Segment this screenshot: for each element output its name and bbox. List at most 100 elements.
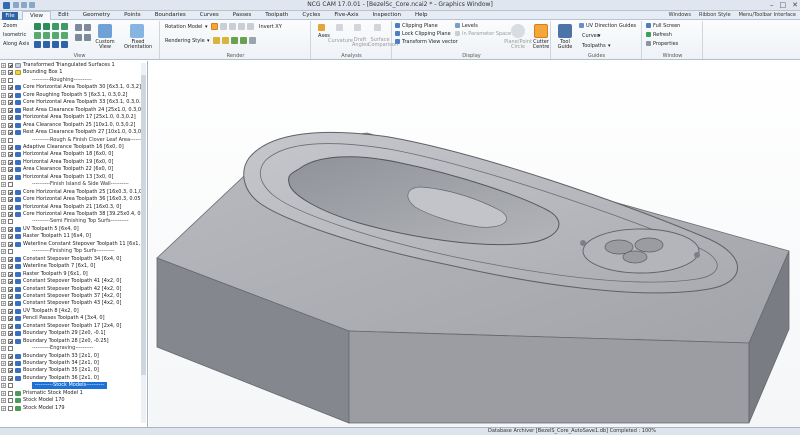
expand-icon[interactable]: +	[1, 241, 6, 247]
render-style-1-icon[interactable]	[213, 37, 220, 44]
tab-inspection[interactable]: Inspection	[366, 11, 408, 20]
visibility-checkbox[interactable]	[8, 361, 13, 366]
expand-icon[interactable]: +	[1, 398, 6, 404]
visibility-checkbox[interactable]	[8, 63, 13, 68]
rotate-icon[interactable]	[84, 24, 91, 31]
visibility-checkbox[interactable]	[8, 375, 13, 381]
ribbon-style-menu[interactable]: Ribbon Style	[699, 11, 731, 20]
clipping-plane-button[interactable]: Clipping Plane	[402, 23, 438, 29]
curves-dropdown[interactable]: Curves	[582, 33, 599, 39]
tree-scrollbar-thumb[interactable]	[141, 75, 146, 375]
tree-item[interactable]: + Transformed Triangulated Surfaces 1	[0, 62, 146, 69]
expand-icon[interactable]: +	[1, 92, 6, 98]
visibility-checkbox[interactable]	[8, 293, 13, 299]
tree-item[interactable]: + Constant Stepover Toolpath 43 [4x2, 0]	[0, 300, 146, 307]
close-button[interactable]: ✕	[792, 1, 798, 9]
tree-item[interactable]: + Constant Stepover Toolpath 34 [6x4, 0]	[0, 256, 146, 263]
visibility-checkbox[interactable]	[8, 77, 13, 83]
shaded-icon[interactable]	[229, 23, 236, 30]
minimize-button[interactable]: –	[770, 1, 774, 9]
invert-xy-button[interactable]: Invert XY	[259, 24, 282, 30]
tree-item[interactable]: + Waterline Toolpath 7 [6x1, 0]	[0, 263, 146, 270]
visibility-checkbox[interactable]	[8, 137, 13, 143]
expand-icon[interactable]: +	[1, 77, 6, 83]
visibility-checkbox[interactable]	[8, 323, 13, 329]
cutter-centre-button[interactable]: Cutter Centre	[531, 40, 551, 50]
tree-item[interactable]: + Rest Area Clearance Toolpath 24 [25x1.0…	[0, 107, 146, 114]
expand-icon[interactable]: +	[1, 167, 6, 173]
tree-section-header[interactable]: + ----------Rough & Finish Clover Leaf Ar…	[0, 137, 146, 144]
visibility-checkbox[interactable]	[8, 92, 13, 98]
expand-icon[interactable]: +	[1, 249, 6, 255]
visibility-checkbox[interactable]	[8, 346, 13, 352]
visibility-checkbox[interactable]	[8, 390, 13, 396]
zoom-in-icon[interactable]	[34, 23, 41, 30]
axis-z-icon[interactable]	[52, 41, 59, 48]
render-style-3-icon[interactable]	[231, 37, 238, 44]
along-axis-label[interactable]: Along Axis	[3, 41, 29, 47]
visibility-checkbox[interactable]	[8, 204, 13, 210]
tree-item[interactable]: + Prismatic Stock Model 1	[0, 390, 146, 397]
render-style-4-icon[interactable]	[240, 37, 247, 44]
visibility-checkbox[interactable]	[8, 279, 13, 285]
visibility-checkbox[interactable]	[8, 122, 13, 128]
rendering-style-label[interactable]: Rendering Style	[165, 38, 205, 44]
levels-button[interactable]: Levels	[462, 23, 478, 29]
expand-icon[interactable]: +	[1, 219, 6, 225]
expand-icon[interactable]: +	[1, 85, 6, 91]
tree-item[interactable]: + Horizontal Area Toolpath 21 [16x0.3, 0]	[0, 204, 146, 211]
plane-point-circle-button[interactable]: Plane/Point Circle	[504, 40, 532, 50]
tree-section-header[interactable]: + ----------Engraving----------	[0, 345, 146, 352]
expand-icon[interactable]: +	[1, 63, 6, 68]
tree-item[interactable]: + Stock Model 179	[0, 405, 146, 412]
tree-section-header[interactable]: + ----------Semi Finishing Top Surfs-----…	[0, 218, 146, 225]
cutter-centre-icon[interactable]	[534, 24, 548, 38]
expand-icon[interactable]: +	[1, 226, 6, 232]
visibility-checkbox[interactable]	[8, 70, 13, 76]
tree-item[interactable]: + Horizontal Area Toolpath 13 [3x0, 0]	[0, 174, 146, 181]
expand-icon[interactable]: +	[1, 70, 6, 76]
zoom-out-icon[interactable]	[43, 23, 50, 30]
visibility-checkbox[interactable]	[8, 331, 13, 337]
tree-item[interactable]: + Rest Area Clearance Toolpath 27 [10x1.0…	[0, 129, 146, 136]
next-view-icon[interactable]	[84, 34, 91, 41]
flat-shade-icon[interactable]	[247, 23, 254, 30]
visibility-checkbox[interactable]	[8, 144, 13, 150]
wireframe-icon[interactable]	[220, 23, 227, 30]
tree-section-header[interactable]: + ----------Finishing Top Surfs----------	[0, 248, 146, 255]
expand-icon[interactable]: +	[1, 271, 6, 277]
iso-view-1-icon[interactable]	[34, 32, 41, 39]
expand-icon[interactable]: +	[1, 264, 6, 270]
isometric-label[interactable]: Isometric	[3, 32, 26, 38]
tree-item[interactable]: + Area Clearance Toolpath 25 [10x1.0, 0.3…	[0, 122, 146, 129]
visibility-checkbox[interactable]	[8, 338, 13, 344]
tab-edit[interactable]: Edit	[51, 11, 76, 20]
tree-item[interactable]: + Horizontal Area Toolpath 19 [6x0, 0]	[0, 159, 146, 166]
tree-item[interactable]: + Constant Stepover Toolpath 41 [4x2, 0]	[0, 278, 146, 285]
tree-item[interactable]: + Core Horizontal Area Toolpath 25 [16x0.…	[0, 189, 146, 196]
tree-item[interactable]: + Boundary Toolpath 35 [2x1, 0]	[0, 367, 146, 374]
tab-five-axis[interactable]: Five-Axis	[327, 11, 365, 20]
visibility-checkbox[interactable]	[8, 398, 13, 404]
visibility-checkbox[interactable]	[8, 264, 13, 270]
tab-geometry[interactable]: Geometry	[76, 11, 117, 20]
expand-icon[interactable]: +	[1, 100, 6, 106]
visibility-checkbox[interactable]	[8, 234, 13, 240]
visibility-checkbox[interactable]	[8, 286, 13, 292]
tree-item[interactable]: + Bounding Box 1	[0, 69, 146, 76]
tree-item[interactable]: + Constant Stepover Toolpath 17 [2x4, 0]	[0, 323, 146, 330]
visibility-checkbox[interactable]	[8, 405, 13, 411]
visibility-checkbox[interactable]	[8, 256, 13, 262]
expand-icon[interactable]: +	[1, 353, 6, 359]
visibility-checkbox[interactable]	[8, 249, 13, 255]
pan-icon[interactable]	[75, 24, 82, 31]
tree-item[interactable]: + Core Horizontal Area Toolpath 38 [39.25…	[0, 211, 146, 218]
tree-item[interactable]: + Constant Stepover Toolpath 42 [4x2, 0]	[0, 286, 146, 293]
surface-comparison-button[interactable]: Surface Comparison	[368, 38, 398, 48]
expand-icon[interactable]: +	[1, 144, 6, 150]
tree-item[interactable]: + UV Toolpath 5 [6x4, 0]	[0, 226, 146, 233]
surface-comparison-icon[interactable]	[374, 24, 381, 31]
visibility-checkbox[interactable]	[8, 152, 13, 158]
tree-item[interactable]: + Horizontal Area Toolpath 17 [25x1.0, 0.…	[0, 114, 146, 121]
axes-icon[interactable]	[318, 24, 325, 31]
